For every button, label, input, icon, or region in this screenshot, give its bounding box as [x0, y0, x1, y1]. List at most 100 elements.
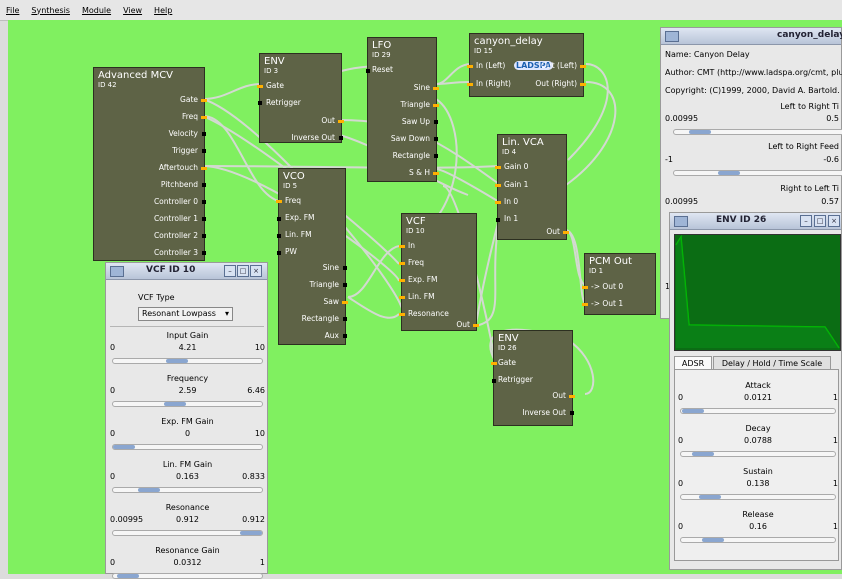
- port-gate[interactable]: Gate: [180, 95, 198, 105]
- port-freq[interactable]: Freq: [285, 196, 301, 206]
- port-in-0[interactable]: In 0: [504, 197, 518, 207]
- port-saw-up[interactable]: Saw Up: [402, 117, 430, 127]
- port-connector[interactable]: [399, 313, 405, 316]
- param-slider[interactable]: [680, 451, 836, 457]
- menu-view[interactable]: View: [117, 6, 148, 15]
- param-slider[interactable]: [680, 537, 836, 543]
- port-connector[interactable]: [582, 303, 588, 306]
- port-reset[interactable]: Reset: [372, 65, 393, 75]
- port-connector[interactable]: [202, 251, 206, 255]
- slider-handle[interactable]: [691, 452, 714, 456]
- port-connector[interactable]: [202, 132, 206, 136]
- port-connector[interactable]: [366, 69, 370, 73]
- port-connector[interactable]: [399, 245, 405, 248]
- port-connector[interactable]: [277, 234, 281, 238]
- port-triangle[interactable]: Triangle: [310, 280, 339, 290]
- port-connector[interactable]: [342, 301, 348, 304]
- menu-module[interactable]: Module: [76, 6, 117, 15]
- port-connector[interactable]: [343, 334, 347, 338]
- port-velocity[interactable]: Velocity: [169, 129, 198, 139]
- port-gate[interactable]: Gate: [498, 358, 516, 368]
- port-connector[interactable]: [434, 154, 438, 158]
- port-connector[interactable]: [201, 167, 207, 170]
- port-connector[interactable]: [399, 262, 405, 265]
- port-connector[interactable]: [433, 104, 439, 107]
- module-pcm-out[interactable]: PCM Out ID 1 -> Out 0 -> Out 1: [582, 253, 656, 315]
- port-pitchbend[interactable]: Pitchbend: [161, 180, 198, 190]
- port-connector[interactable]: [276, 200, 282, 203]
- port-inverse-out[interactable]: Inverse Out: [522, 408, 566, 418]
- port-out-right[interactable]: Out (Right): [535, 79, 577, 89]
- slider-handle[interactable]: [138, 488, 161, 492]
- menu-help[interactable]: Help: [148, 6, 178, 15]
- port-connector[interactable]: [343, 266, 347, 270]
- vcf-type-select[interactable]: Resonant Lowpass ▾: [138, 307, 233, 321]
- port-lin-fm[interactable]: Lin. FM: [285, 230, 312, 240]
- port-connector[interactable]: [570, 411, 574, 415]
- port-connector[interactable]: [434, 137, 438, 141]
- param-slider[interactable]: [112, 358, 263, 364]
- port-connector[interactable]: [495, 166, 501, 169]
- param-slider[interactable]: [112, 530, 263, 536]
- module-env-3[interactable]: ENV ID 3 Gate Retrigger Out Inverse Out: [257, 53, 344, 143]
- param-slider[interactable]: [680, 494, 836, 500]
- port-connector[interactable]: [495, 201, 501, 204]
- slider-handle[interactable]: [116, 574, 139, 578]
- module-vco[interactable]: VCO ID 5 Freq Exp. FM Lin. FM PW Sine Tr…: [276, 168, 348, 345]
- window-titlebar[interactable]: ENV ID 26 – □ ×: [670, 213, 841, 230]
- param-slider[interactable]: [673, 170, 842, 176]
- window-titlebar[interactable]: VCF ID 10 – □ ×: [106, 263, 267, 280]
- port-out[interactable]: Out: [456, 320, 470, 330]
- port-saw-down[interactable]: Saw Down: [391, 134, 430, 144]
- port-pw[interactable]: PW: [285, 247, 297, 257]
- port-out[interactable]: Out: [546, 227, 560, 237]
- port-in-right[interactable]: In (Right): [476, 79, 511, 89]
- port-connector[interactable]: [580, 65, 586, 68]
- port-connector[interactable]: [201, 99, 207, 102]
- port-connector[interactable]: [202, 183, 206, 187]
- port-s-and-h[interactable]: S & H: [409, 168, 430, 178]
- port-connector[interactable]: [399, 279, 405, 282]
- port-controller-1[interactable]: Controller 1: [154, 214, 198, 224]
- slider-handle[interactable]: [163, 402, 186, 406]
- port-connector[interactable]: [277, 251, 281, 255]
- port-connector[interactable]: [202, 149, 206, 153]
- port-sine[interactable]: Sine: [323, 263, 339, 273]
- port-connector[interactable]: [496, 218, 500, 222]
- port-out[interactable]: Out: [552, 391, 566, 401]
- maximize-icon[interactable]: □: [237, 265, 249, 277]
- port-freq[interactable]: Freq: [182, 112, 198, 122]
- tab-delay-hold[interactable]: Delay / Hold / Time Scale: [713, 356, 831, 370]
- slider-handle[interactable]: [702, 538, 725, 542]
- port-connector[interactable]: [492, 379, 496, 383]
- slider-handle[interactable]: [688, 130, 711, 134]
- port-connector[interactable]: [433, 172, 439, 175]
- port-connector[interactable]: [467, 65, 473, 68]
- param-slider[interactable]: [112, 444, 263, 450]
- module-advanced-mcv[interactable]: Advanced MCV ID 42 Gate Freq Velocity Tr…: [93, 67, 207, 261]
- port-in-left[interactable]: In (Left): [476, 61, 505, 71]
- port-inverse-out[interactable]: Inverse Out: [291, 133, 335, 143]
- port-in[interactable]: In: [408, 241, 415, 251]
- maximize-icon[interactable]: □: [814, 215, 826, 227]
- port-controller-2[interactable]: Controller 2: [154, 231, 198, 241]
- env-window[interactable]: ENV ID 26 – □ × ADSR Delay / Hold / Time…: [669, 212, 842, 570]
- param-slider[interactable]: [112, 487, 263, 493]
- port-rectangle[interactable]: Rectangle: [393, 151, 430, 161]
- window-menu-icon[interactable]: [110, 266, 124, 277]
- port-connector[interactable]: [338, 120, 344, 123]
- param-slider[interactable]: [680, 408, 836, 414]
- port-aftertouch[interactable]: Aftertouch: [159, 163, 198, 173]
- window-titlebar[interactable]: canyon_delay: [661, 28, 842, 45]
- minimize-icon[interactable]: –: [800, 215, 812, 227]
- port-connector[interactable]: [473, 324, 479, 327]
- slider-handle[interactable]: [113, 445, 135, 449]
- port-connector[interactable]: [201, 116, 207, 119]
- slider-handle[interactable]: [699, 495, 722, 499]
- menu-synthesis[interactable]: Synthesis: [25, 6, 76, 15]
- window-menu-icon[interactable]: [674, 216, 688, 227]
- module-canyon-delay[interactable]: canyon_delay ID 15 LADSPA In (Left) In (…: [467, 33, 586, 97]
- port-trigger[interactable]: Trigger: [172, 146, 198, 156]
- port-aux[interactable]: Aux: [325, 331, 339, 341]
- port-out-left[interactable]: Out (Left): [541, 61, 577, 71]
